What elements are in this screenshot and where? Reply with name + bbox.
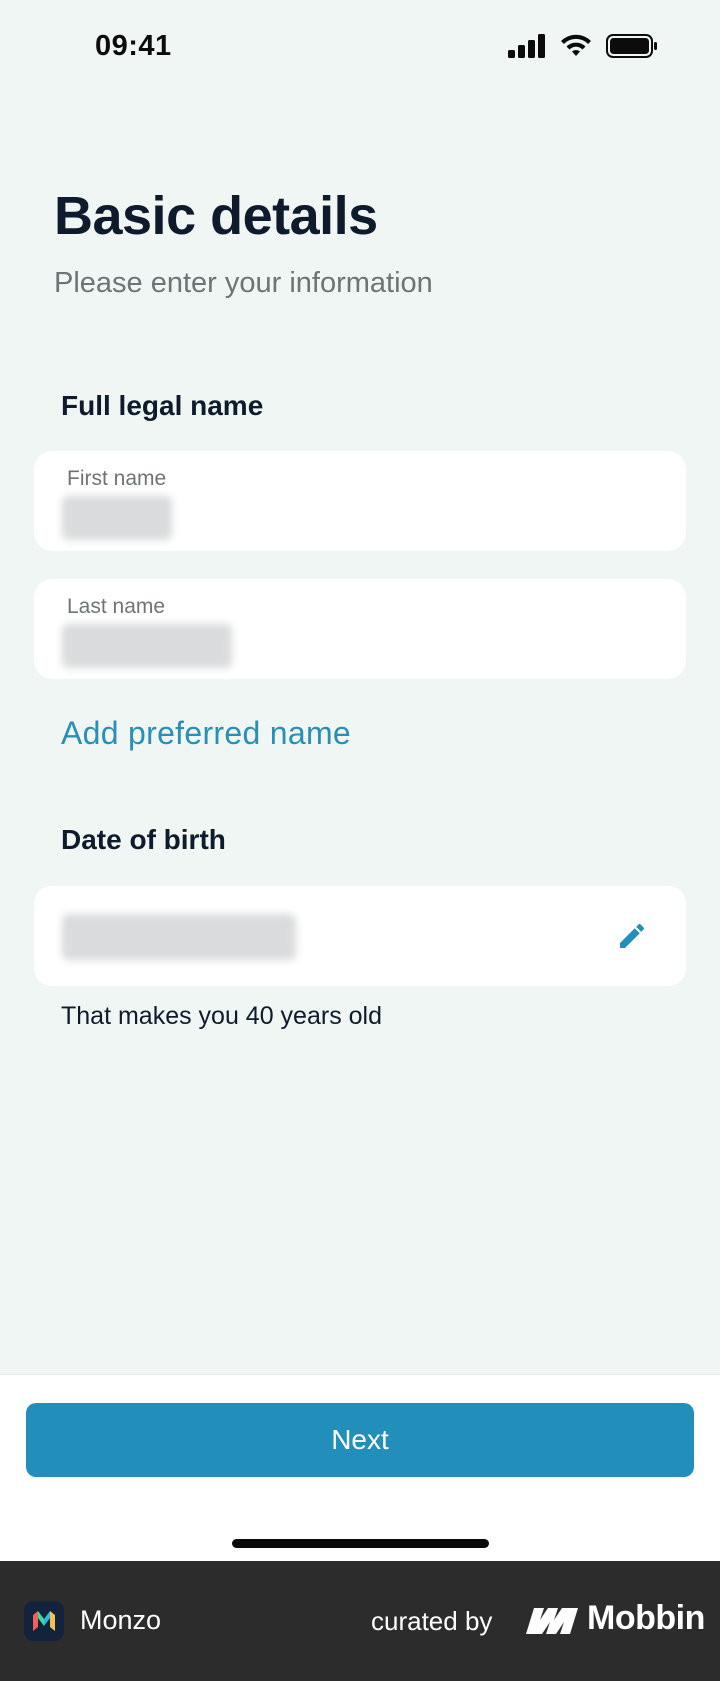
status-icons	[508, 34, 658, 58]
cellular-signal-icon	[508, 34, 545, 58]
last-name-label: Last name	[67, 595, 166, 618]
wifi-icon	[561, 34, 591, 56]
brand-bar: Monzo curated by Mobbin	[0, 1561, 720, 1681]
status-time: 09:41	[95, 30, 172, 62]
date-of-birth-field[interactable]	[34, 886, 686, 986]
page-subtitle: Please enter your information	[54, 267, 433, 299]
first-name-field[interactable]: First name	[34, 451, 686, 551]
mobbin-logo-icon	[526, 1608, 578, 1634]
date-of-birth-heading: Date of birth	[61, 824, 226, 855]
footer-panel: Next	[0, 1374, 720, 1562]
home-indicator	[232, 1539, 489, 1548]
pencil-icon	[620, 923, 645, 948]
add-preferred-name-link[interactable]: Add preferred name	[61, 715, 351, 752]
date-of-birth-value-blurred	[62, 914, 296, 960]
last-name-field[interactable]: Last name	[34, 579, 686, 679]
mobbin-wordmark: Mobbin	[587, 1599, 705, 1637]
app-name: Monzo	[80, 1605, 162, 1635]
edit-date-of-birth-button[interactable]	[612, 916, 652, 956]
first-name-label: First name	[67, 467, 167, 490]
battery-icon	[606, 34, 657, 58]
curated-by-label: curated by	[371, 1606, 493, 1636]
next-button[interactable]: Next	[26, 1403, 694, 1477]
age-text: That makes you 40 years old	[61, 1002, 382, 1030]
full-legal-name-heading: Full legal name	[61, 390, 264, 421]
status-bar: 09:41	[0, 0, 720, 100]
page-title: Basic details	[54, 186, 378, 246]
monzo-logo-icon	[24, 1601, 64, 1641]
last-name-value-blurred	[62, 624, 232, 668]
first-name-value-blurred	[62, 496, 172, 540]
